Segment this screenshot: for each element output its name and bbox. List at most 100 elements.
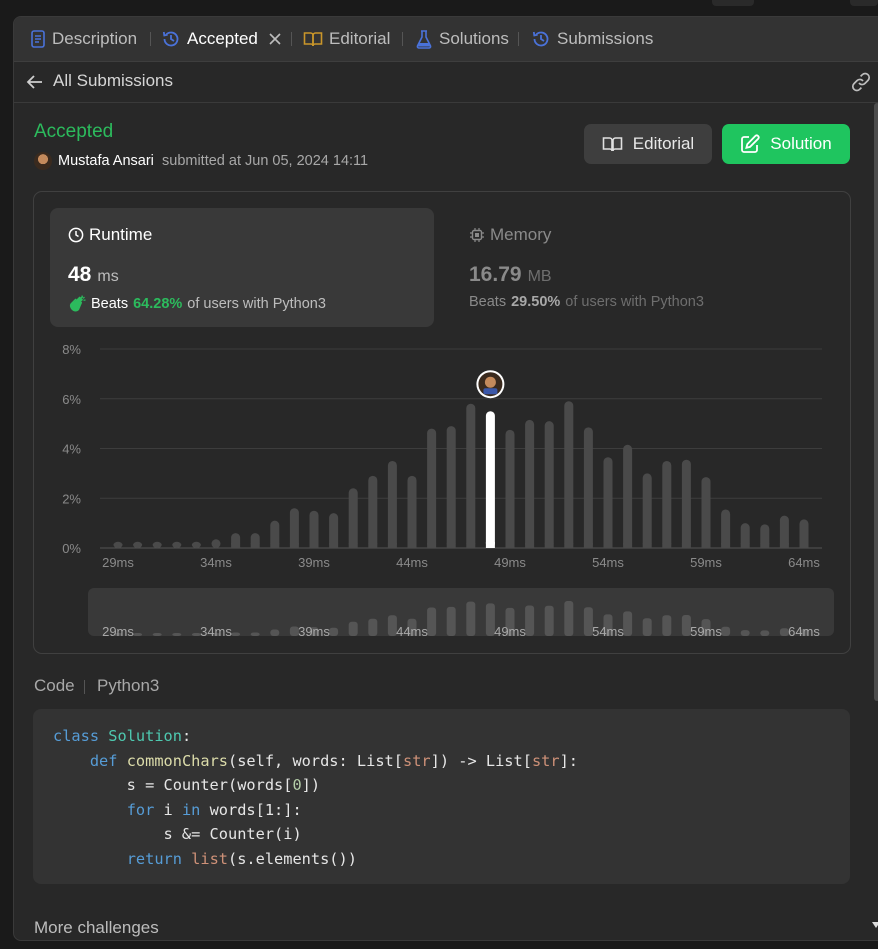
author-name[interactable]: Mustafa Ansari: [58, 153, 154, 169]
metrics-card: Runtime 48 ms Beats 64.28% of users with …: [33, 191, 851, 654]
bar-base: [681, 543, 691, 548]
tab-description[interactable]: Description: [30, 17, 137, 61]
submission-status: Accepted: [34, 121, 114, 142]
submission-subbar: All Submissions: [14, 62, 878, 103]
bar-base: [662, 543, 672, 548]
runtime-distribution-chart: 0% 2% 4% 6% 8% 29ms 34ms 39ms 44ms 49ms 54ms 59ms 64…: [62, 342, 834, 639]
code-block[interactable]: class Solution: def commonChars(self, wo…: [33, 709, 850, 884]
tab-solutions[interactable]: Solutions: [415, 17, 509, 61]
mini-bar: [348, 621, 358, 636]
mini-bar: [231, 632, 241, 636]
x-tick-label: 34ms: [200, 555, 232, 570]
book-icon: [602, 137, 623, 152]
bar: [113, 541, 123, 548]
bar: [642, 473, 652, 548]
solution-button-label: Solution: [770, 134, 832, 153]
editorial-button-label: Editorial: [632, 134, 695, 153]
bar-base: [564, 543, 574, 548]
code-token: s = Counter(words[: [53, 776, 293, 794]
code-token: class: [53, 727, 109, 745]
tab-accepted[interactable]: Accepted: [161, 17, 288, 61]
code-line: for i in words[1:]:: [53, 798, 578, 823]
mini-bar: [368, 618, 378, 636]
bar: [446, 426, 456, 548]
bar-base: [231, 543, 241, 548]
code-token: words[1:]:: [209, 800, 302, 819]
bar: [407, 475, 417, 548]
bar: [289, 508, 299, 548]
arrow-left-icon[interactable]: [26, 74, 44, 90]
x-tick-label: 29ms: [102, 555, 134, 570]
tab-label: Solutions: [439, 29, 509, 48]
book-icon: [303, 32, 323, 47]
avatar-marker-face: [484, 376, 496, 388]
editorial-button[interactable]: Editorial: [584, 124, 712, 164]
tab-submissions[interactable]: Submissions: [531, 17, 653, 61]
bar: [564, 401, 574, 548]
bar: [583, 427, 593, 548]
mini-bar: [564, 601, 574, 636]
mini-bar: [172, 633, 182, 636]
y-tick-label: 6%: [62, 392, 81, 407]
bar: [505, 429, 515, 548]
bar: [681, 459, 691, 548]
bar: [172, 541, 182, 548]
all-submissions-link[interactable]: All Submissions: [53, 71, 173, 91]
code-token: :: [181, 727, 192, 745]
bar-base: [387, 543, 397, 548]
bar-base: [701, 543, 711, 548]
bar: [466, 403, 476, 548]
solution-button[interactable]: Solution: [722, 124, 850, 164]
mini-bar: [544, 605, 554, 636]
bar: [348, 488, 358, 548]
bar-base: [799, 543, 809, 548]
bar-base: [642, 543, 652, 548]
submission-panel: Description Accepted Editorial Solutions…: [13, 16, 878, 941]
mini-bar: [623, 611, 633, 636]
scroll-down-arrow[interactable]: [872, 922, 878, 928]
top-strip-button[interactable]: [850, 0, 878, 6]
bar-base: [466, 543, 476, 548]
code-token: ]:: [559, 751, 578, 770]
bar-base: [779, 543, 789, 548]
mini-x-tick-label: 29ms: [102, 624, 134, 639]
bar-base: [721, 543, 731, 548]
close-icon[interactable]: [268, 32, 282, 46]
bar: [525, 419, 535, 548]
bar: [211, 539, 221, 548]
submitted-time: submitted at Jun 05, 2024 14:11: [162, 153, 369, 169]
x-tick-label: 59ms: [690, 555, 722, 570]
mini-bar: [721, 626, 731, 636]
mini-x-tick-label: 59ms: [690, 624, 722, 639]
bar-base: [740, 543, 750, 548]
code-line: return list(s.elements()): [53, 847, 578, 872]
code-language: Python3: [97, 676, 160, 695]
avatar[interactable]: [34, 152, 52, 170]
bar-base: [348, 543, 358, 548]
scrollbar-thumb[interactable]: [874, 103, 878, 701]
code-token: (self, words: List[: [228, 751, 403, 770]
mini-x-tick-label: 39ms: [298, 624, 330, 639]
tab-separator: [402, 32, 403, 46]
bar-base: [544, 543, 554, 548]
code-content: class Solution: def commonChars(self, wo…: [53, 724, 578, 871]
tab-label: Submissions: [557, 29, 654, 48]
bar: [387, 460, 397, 548]
top-strip: [0, 0, 878, 14]
y-tick-label: 0%: [62, 541, 81, 556]
code-token: ]): [301, 776, 321, 794]
bar: [152, 541, 162, 548]
tab-editorial[interactable]: Editorial: [303, 17, 390, 61]
link-icon[interactable]: [850, 72, 872, 92]
code-token: (s.elements()): [228, 849, 357, 868]
bar-base: [329, 543, 339, 548]
code-token: Solution: [108, 727, 182, 745]
history-icon: [532, 31, 549, 47]
mini-bar: [662, 615, 672, 636]
bar: [544, 421, 554, 548]
code-token: str: [402, 751, 431, 770]
flask-icon: [416, 30, 432, 49]
top-strip-button[interactable]: [712, 0, 754, 6]
bar-base: [525, 543, 535, 548]
bar-base: [407, 543, 417, 548]
